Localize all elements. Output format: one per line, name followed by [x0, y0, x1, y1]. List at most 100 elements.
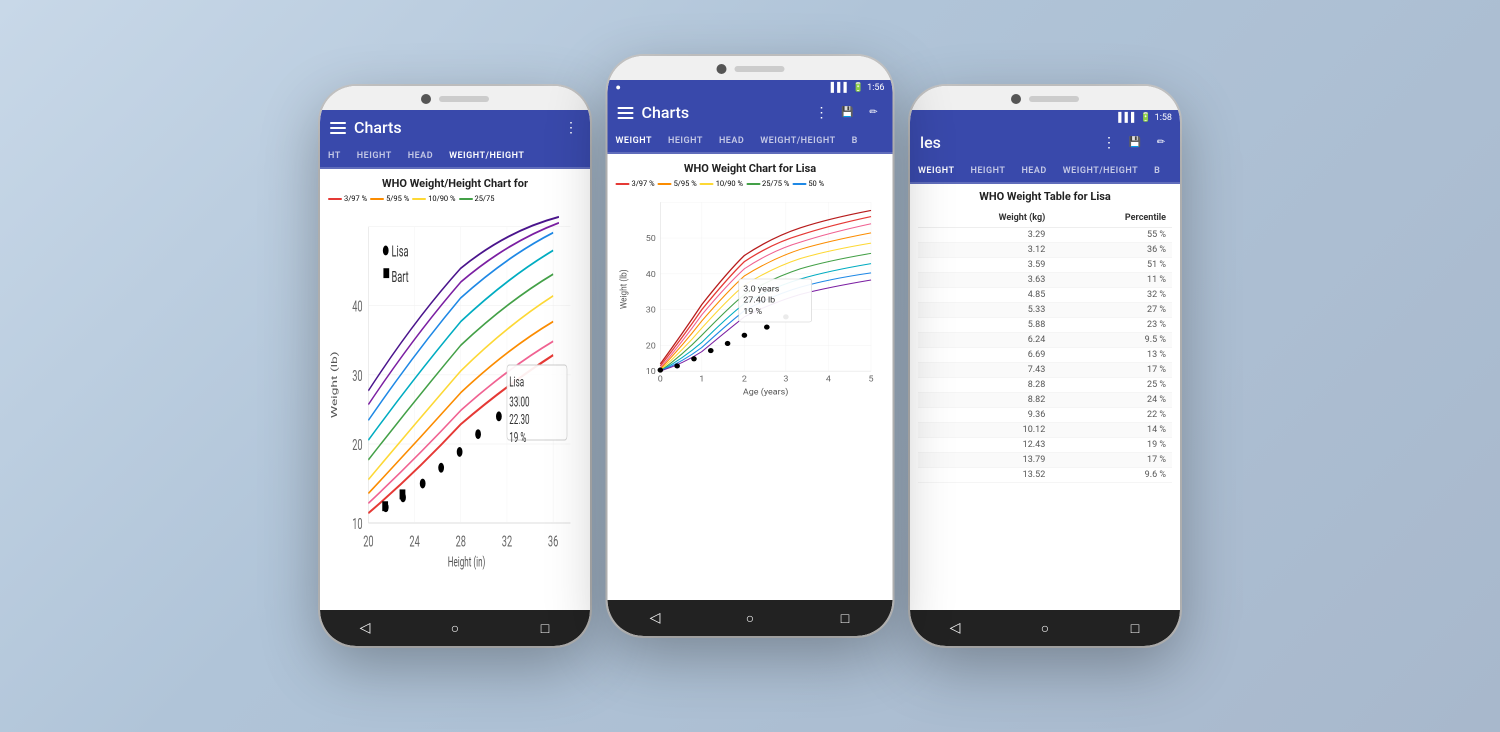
table-cell: 55 % — [1051, 228, 1172, 243]
back-btn-right[interactable]: ◁ — [945, 618, 965, 638]
tab-weight-height-left[interactable]: WEIGHT/HEIGHT — [441, 145, 532, 167]
back-btn-left[interactable]: ◁ — [355, 618, 375, 638]
legend-item-1: 3/97 % — [328, 194, 367, 203]
legend-line-4 — [459, 198, 473, 200]
table-cell: 4.85 — [918, 288, 1051, 303]
status-icons-left-center: ● — [616, 82, 621, 93]
tab-wh-right[interactable]: WEIGHT/HEIGHT — [1055, 160, 1146, 182]
table-header: Weight (kg) Percentile — [918, 209, 1172, 228]
app-title-left: Charts — [354, 118, 554, 137]
table-cell: 19 % — [1051, 438, 1172, 453]
table-cell: 13.79 — [918, 453, 1051, 468]
camera-left — [421, 94, 431, 104]
svg-text:1: 1 — [699, 375, 704, 385]
speaker-left — [439, 96, 489, 102]
svg-text:50: 50 — [646, 234, 656, 244]
svg-text:20: 20 — [352, 436, 362, 454]
legend-line-2 — [370, 198, 384, 200]
legend-center: 3/97 % 5/95 % 10/90 % 25/75 % — [616, 179, 885, 188]
bottom-nav-left: ◁ ○ □ — [320, 610, 590, 646]
tab-head-right[interactable]: HEAD — [1013, 160, 1054, 182]
tab-height-left[interactable]: HEIGHT — [349, 145, 400, 167]
save-icon-right[interactable]: 💾 — [1126, 134, 1144, 152]
svg-text:5: 5 — [869, 375, 874, 385]
menu-icon-center[interactable] — [618, 107, 634, 119]
table-title-right: WHO Weight Table for Lisa — [918, 190, 1172, 203]
share-icon-center[interactable]: ⋮ — [813, 104, 831, 122]
edit-icon-center[interactable]: ✏ — [865, 104, 883, 122]
legend-label-c4: 25/75 % — [762, 179, 789, 188]
app-bar-right: les ⋮ 💾 ✏ — [910, 125, 1180, 160]
phone-top-bar-center — [608, 56, 893, 80]
legend-item-c2: 5/95 % — [658, 179, 697, 188]
table-row: 3.6311 % — [918, 273, 1172, 288]
table-cell: 6.24 — [918, 333, 1051, 348]
legend-line-1 — [328, 198, 342, 200]
svg-text:33.00: 33.00 — [509, 393, 529, 410]
weight-table: Weight (kg) Percentile 3.2955 %3.1236 %3… — [918, 209, 1172, 483]
table-cell: 11 % — [1051, 273, 1172, 288]
table-cell: 51 % — [1051, 258, 1172, 273]
svg-text:Weight (lb): Weight (lb) — [329, 351, 339, 418]
table-row: 4.8532 % — [918, 288, 1172, 303]
svg-text:32: 32 — [502, 533, 512, 551]
legend-label-c1: 3/97 % — [632, 179, 655, 188]
svg-text:Weight (lb): Weight (lb) — [618, 269, 629, 309]
tab-weight-center[interactable]: WEIGHT — [608, 130, 660, 152]
tab-head-left[interactable]: HEAD — [400, 145, 441, 167]
svg-text:28: 28 — [456, 533, 466, 551]
svg-text:10: 10 — [352, 515, 362, 533]
svg-text:4: 4 — [826, 375, 831, 385]
phone-top-bar-left — [320, 86, 590, 110]
square-btn-left[interactable]: □ — [535, 618, 555, 638]
app-bar-left: Charts ⋮ — [320, 110, 590, 145]
table-cell: 24 % — [1051, 393, 1172, 408]
svg-text:30: 30 — [352, 367, 362, 385]
legend-item-3: 10/90 % — [412, 194, 455, 203]
bottom-nav-right: ◁ ○ □ — [910, 610, 1180, 646]
time-right: 1:58 — [1155, 113, 1172, 123]
speaker-center — [734, 66, 784, 72]
legend-line-c4 — [746, 183, 760, 185]
square-btn-right[interactable]: □ — [1125, 618, 1145, 638]
back-btn-center[interactable]: ◁ — [645, 608, 665, 628]
camera-center — [716, 64, 726, 74]
share-icon-left[interactable]: ⋮ — [562, 119, 580, 137]
time-center: 1:56 — [867, 83, 884, 93]
battery-icon-right: 🔋 — [1140, 113, 1151, 123]
legend-line-c1 — [616, 183, 630, 185]
table-cell: 36 % — [1051, 243, 1172, 258]
tabs-bar-left: HT HEIGHT HEAD WEIGHT/HEIGHT — [320, 145, 590, 169]
menu-icon-left[interactable] — [330, 122, 346, 134]
tab-b-center[interactable]: B — [844, 130, 866, 152]
chart-area-center: WHO Weight Chart for Lisa 3/97 % 5/95 % — [608, 154, 893, 600]
tab-height-center[interactable]: HEIGHT — [660, 130, 711, 152]
speaker-right — [1029, 96, 1079, 102]
legend-label-c3: 10/90 % — [716, 179, 743, 188]
tab-b-right[interactable]: B — [1146, 160, 1168, 182]
home-btn-center[interactable]: ○ — [740, 608, 760, 628]
table-row: 8.2825 % — [918, 378, 1172, 393]
tab-wh-center[interactable]: WEIGHT/HEIGHT — [752, 130, 843, 152]
home-btn-right[interactable]: ○ — [1035, 618, 1055, 638]
table-cell: 10.12 — [918, 423, 1051, 438]
square-btn-center[interactable]: □ — [835, 608, 855, 628]
table-cell: 23 % — [1051, 318, 1172, 333]
share-icon-right[interactable]: ⋮ — [1100, 134, 1118, 152]
tab-head-center[interactable]: HEAD — [711, 130, 752, 152]
tab-weight-right[interactable]: WEIGHT — [910, 160, 962, 182]
app-icons-center: ⋮ 💾 ✏ — [813, 104, 883, 122]
table-cell: 27 % — [1051, 303, 1172, 318]
col-weight: Weight (kg) — [918, 209, 1051, 228]
phone-center: ● ▌▌▌ 🔋 1:56 Charts ⋮ 💾 ✏ — [608, 56, 893, 636]
edit-icon-right[interactable]: ✏ — [1152, 134, 1170, 152]
save-icon-center[interactable]: 💾 — [839, 104, 857, 122]
table-row: 7.4317 % — [918, 363, 1172, 378]
table-cell: 9.5 % — [1051, 333, 1172, 348]
tab-height-right[interactable]: HEIGHT — [962, 160, 1013, 182]
tab-ht-left[interactable]: HT — [320, 145, 349, 167]
table-cell: 12.43 — [918, 438, 1051, 453]
content-right: WHO Weight Table for Lisa Weight (kg) Pe… — [910, 184, 1180, 610]
legend-label-c2: 5/95 % — [674, 179, 697, 188]
home-btn-left[interactable]: ○ — [445, 618, 465, 638]
